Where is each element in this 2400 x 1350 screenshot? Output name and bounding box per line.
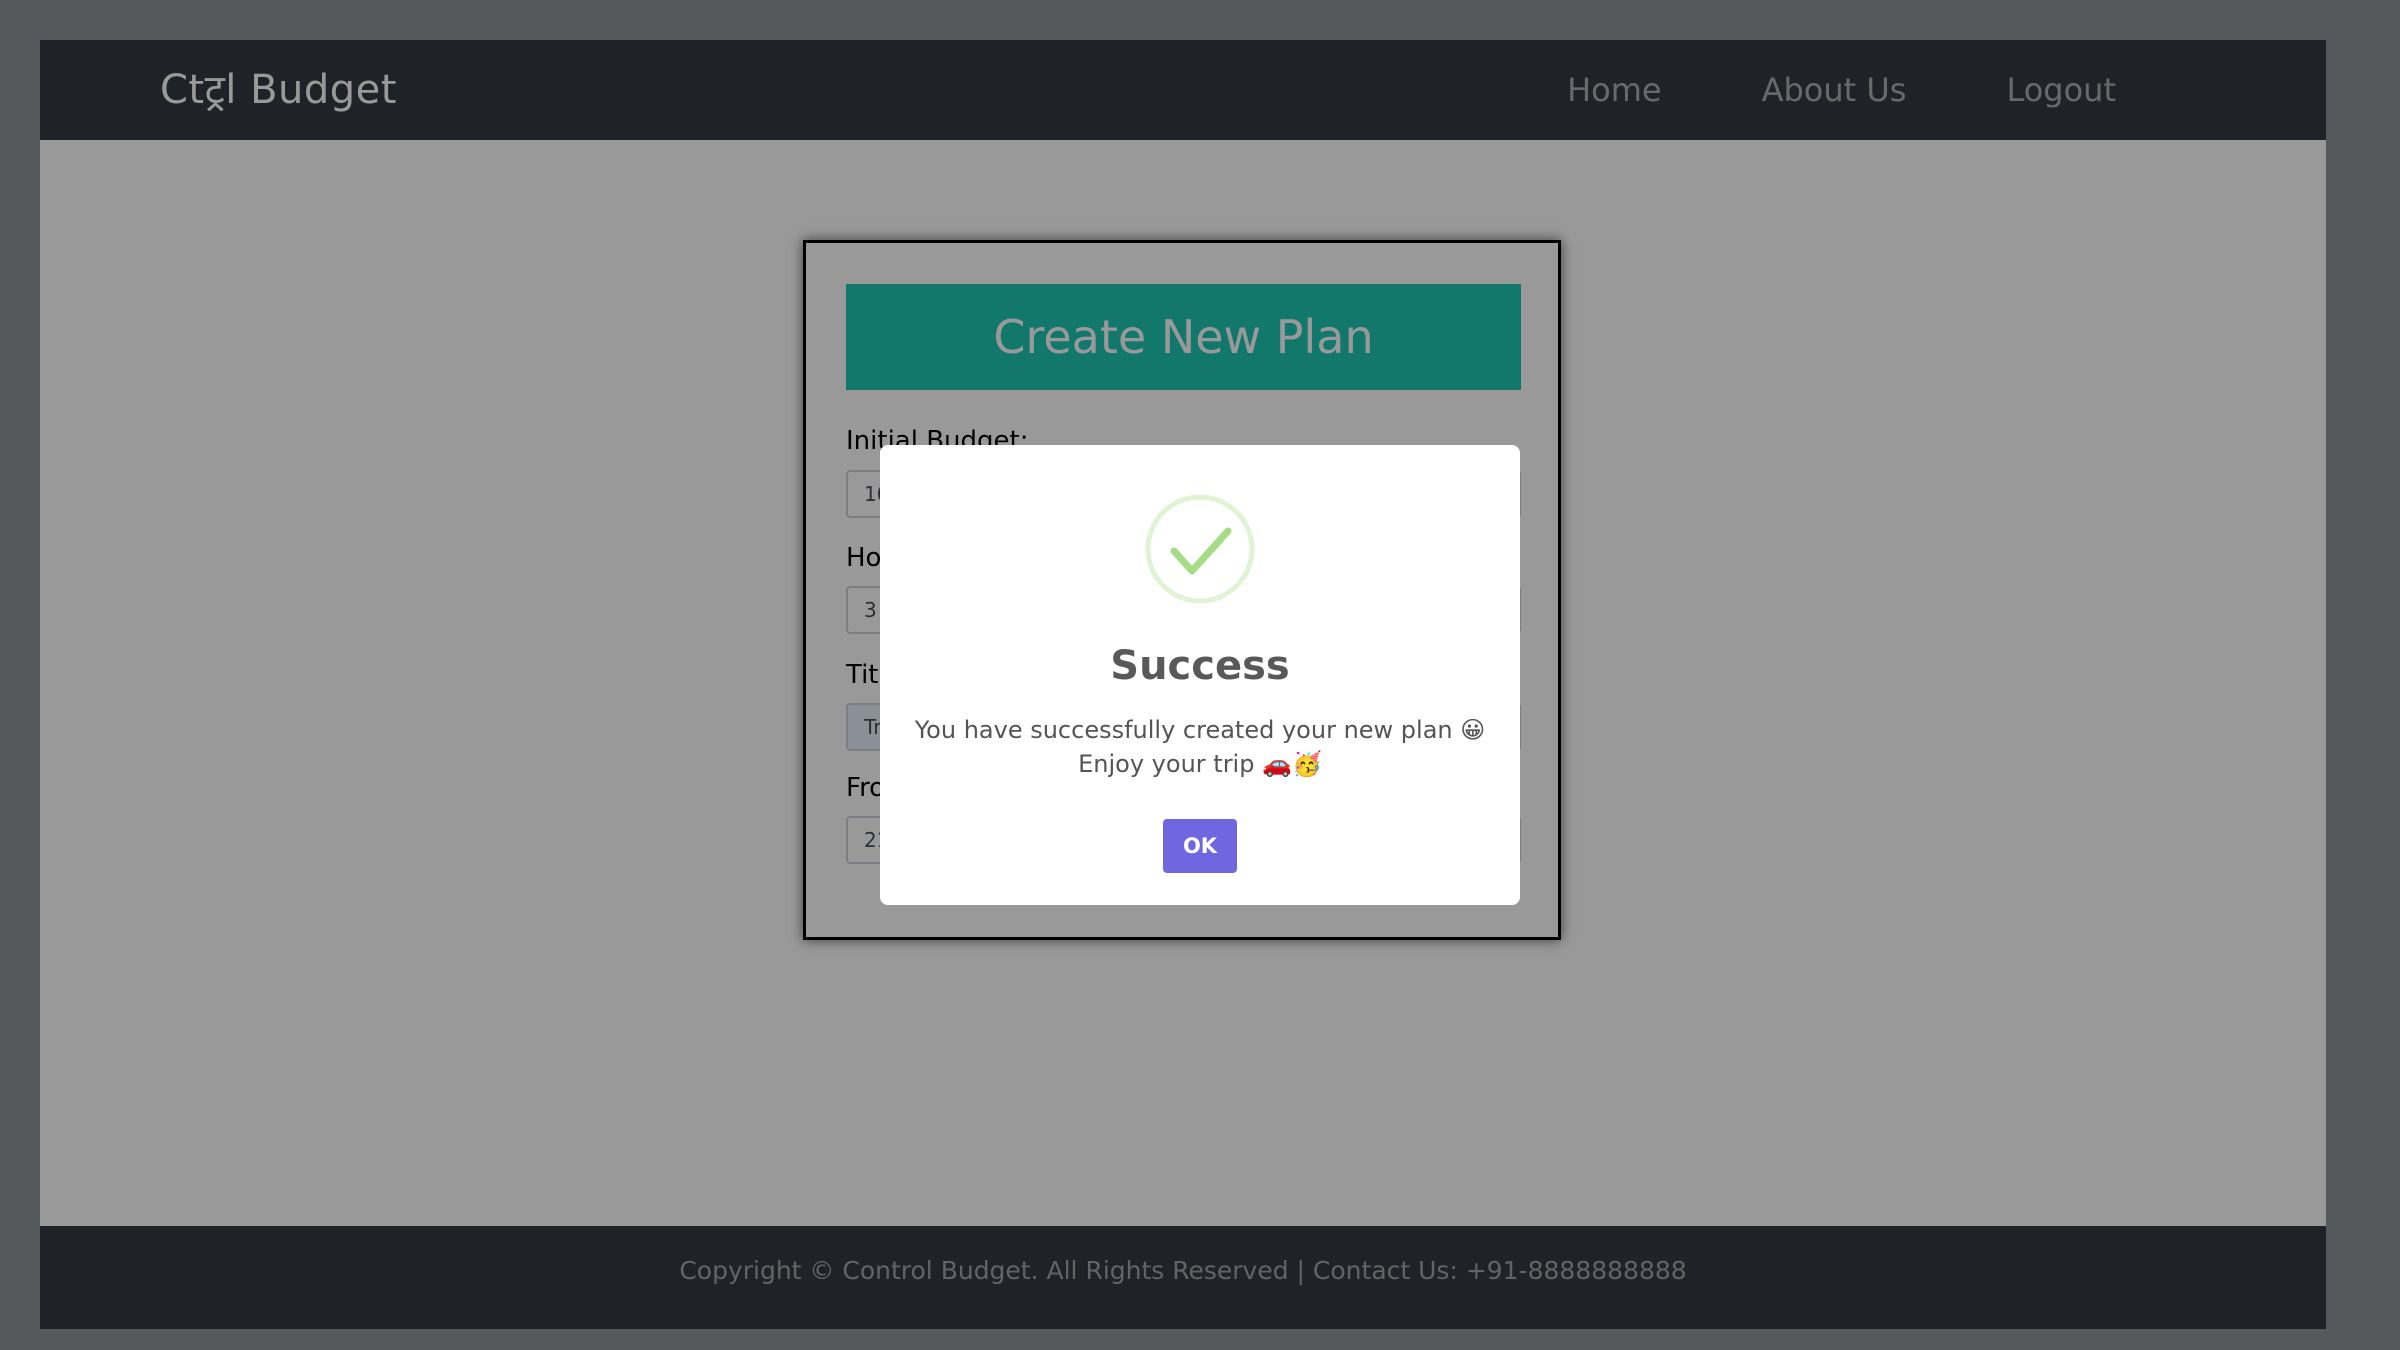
dialog-title: Success — [1110, 643, 1290, 689]
ok-button[interactable]: OK — [1163, 819, 1237, 873]
dialog-message: You have successfully created your new p… — [900, 713, 1500, 781]
check-icon — [1145, 494, 1255, 604]
trip-emojis: 🚗🥳 — [1262, 750, 1322, 778]
success-dialog: Success You have successfully created yo… — [880, 445, 1520, 905]
dialog-message-line-1: You have successfully created your new p… — [914, 716, 1453, 744]
grinning-face-emoji: 😀 — [1460, 716, 1486, 744]
dialog-message-line-2: Enjoy your trip — [1078, 750, 1255, 778]
